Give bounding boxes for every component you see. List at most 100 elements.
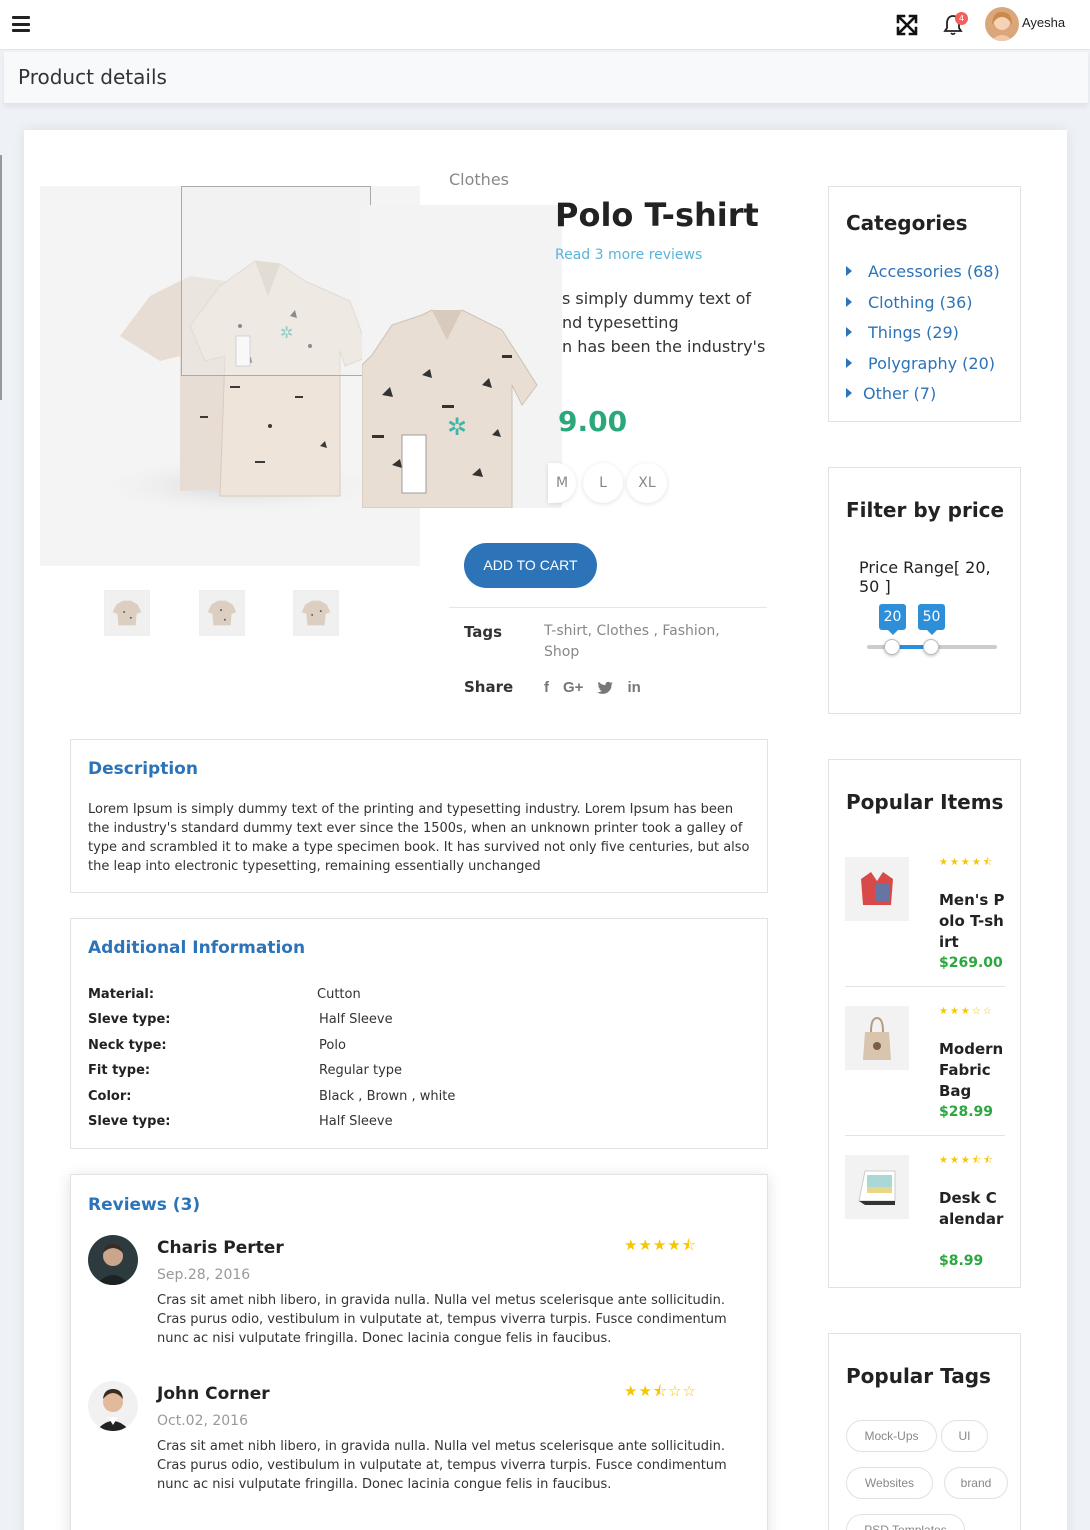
left-edge-bar bbox=[0, 155, 2, 400]
category-item-other[interactable]: Other (7) bbox=[846, 384, 936, 403]
category-label: Polygraphy (20) bbox=[868, 354, 996, 373]
info-value: Black , Brown , white bbox=[319, 1089, 456, 1104]
min-price-handle[interactable] bbox=[884, 639, 900, 655]
popular-item-price: $28.99 bbox=[939, 1104, 994, 1120]
tag-websites[interactable]: Websites bbox=[846, 1467, 933, 1499]
review-date: Oct.02, 2016 bbox=[157, 1413, 248, 1429]
info-value: Half Sleeve bbox=[319, 1012, 393, 1027]
product-price: 9.00 bbox=[558, 405, 628, 438]
divider bbox=[449, 607, 767, 608]
top-navbar: 4 Ayesha bbox=[0, 0, 1090, 50]
categories-widget: Categories Accessories (68) Clothing (36… bbox=[828, 186, 1021, 422]
facebook-icon[interactable]: f bbox=[544, 679, 549, 696]
notification-badge: 4 bbox=[955, 12, 968, 25]
popular-item-name[interactable]: Modern Fabric Bag bbox=[939, 1039, 1005, 1102]
user-avatar[interactable] bbox=[985, 7, 1019, 41]
popular-tags-title: Popular Tags bbox=[846, 1364, 991, 1388]
size-option-xl[interactable]: XL bbox=[627, 463, 667, 503]
popular-item-price: $8.99 bbox=[939, 1253, 984, 1269]
tag-ui[interactable]: UI bbox=[941, 1420, 988, 1452]
info-value: Cutton bbox=[317, 987, 361, 1002]
tag-psd-templates[interactable]: PSD Templates bbox=[846, 1514, 965, 1530]
caret-right-icon bbox=[846, 266, 852, 276]
zoom-preview: ✲ bbox=[362, 205, 562, 508]
divider bbox=[845, 1135, 1005, 1136]
review-text: Cras sit amet nibh libero, in gravida nu… bbox=[157, 1293, 727, 1346]
popular-item-name[interactable]: Men's Polo T-shirt bbox=[939, 890, 1005, 953]
info-key: Color: bbox=[88, 1089, 132, 1104]
tag-brand[interactable]: brand bbox=[944, 1467, 1008, 1499]
product-tags[interactable]: T-shirt, Clothes , Fashion, Shop bbox=[544, 621, 744, 663]
price-filter-widget: Filter by price Price Range[ 20, 50 ] 20… bbox=[828, 467, 1021, 714]
page-header: Product details bbox=[4, 52, 1088, 104]
reviewer-name: Charis Perter bbox=[157, 1238, 284, 1258]
category-label: Things (29) bbox=[868, 323, 959, 342]
linkedin-icon[interactable]: in bbox=[627, 679, 640, 696]
product-thumbnail[interactable] bbox=[293, 590, 339, 636]
description-line: nd typesetting bbox=[562, 313, 679, 332]
share-icons: f G+ in bbox=[544, 679, 641, 696]
popular-item-price: $269.00 bbox=[939, 955, 1003, 971]
reviews-panel: Reviews (3) Charis Perter ★★★★⯪ Sep.28, … bbox=[70, 1174, 768, 1530]
additional-info-title: Additional Information bbox=[88, 938, 306, 958]
product-thumbnail[interactable] bbox=[199, 590, 245, 636]
popular-item-image[interactable] bbox=[845, 1155, 909, 1219]
category-item-things[interactable]: Things (29) bbox=[846, 323, 959, 342]
google-plus-icon[interactable]: G+ bbox=[563, 679, 583, 696]
price-filter-title: Filter by price bbox=[846, 498, 1005, 522]
popular-tags-widget: Popular Tags Mock-Ups UI Websites brand … bbox=[828, 1333, 1021, 1530]
additional-info-panel: Additional Information Material: Cutton … bbox=[70, 918, 768, 1149]
category-item-clothing[interactable]: Clothing (36) bbox=[846, 293, 973, 312]
category-label: Clothing (36) bbox=[868, 293, 973, 312]
divider bbox=[845, 986, 1005, 987]
max-price-tooltip: 50 bbox=[918, 604, 945, 635]
reviewer-name: John Corner bbox=[157, 1384, 270, 1404]
price-range-label: Price Range[ 20, 50 ] bbox=[859, 558, 991, 596]
tags-label: Tags bbox=[464, 623, 503, 641]
popular-items-widget: Popular Items ★★★★⯪ Men's Polo T-shirt $… bbox=[828, 759, 1021, 1288]
reviews-title: Reviews (3) bbox=[88, 1195, 201, 1215]
tag-mock-ups[interactable]: Mock-Ups bbox=[846, 1420, 937, 1452]
category-item-polygraphy[interactable]: Polygraphy (20) bbox=[846, 354, 995, 373]
product-category[interactable]: Clothes bbox=[449, 170, 509, 189]
description-text: Lorem Ipsum is simply dummy text of the … bbox=[88, 802, 750, 874]
info-value: Polo bbox=[319, 1038, 346, 1053]
svg-text:✲: ✲ bbox=[447, 413, 467, 441]
description-line: n has been the industry's bbox=[562, 337, 766, 356]
username[interactable]: Ayesha bbox=[1022, 15, 1065, 30]
popular-item-image[interactable] bbox=[845, 1006, 909, 1070]
add-to-cart-button[interactable]: ADD TO CART bbox=[464, 543, 597, 588]
caret-right-icon bbox=[846, 358, 852, 368]
twitter-icon[interactable] bbox=[597, 681, 614, 695]
info-key: Fit type: bbox=[88, 1063, 151, 1078]
share-label: Share bbox=[464, 678, 514, 696]
reviewer-avatar bbox=[88, 1235, 138, 1285]
size-option-l[interactable]: L bbox=[583, 463, 623, 503]
review-rating: ★★⯪☆☆ bbox=[624, 1382, 697, 1400]
caret-right-icon bbox=[846, 297, 852, 307]
min-price-tooltip: 20 bbox=[879, 604, 906, 635]
page-title: Product details bbox=[18, 65, 167, 89]
info-key: Sleve type: bbox=[88, 1114, 171, 1129]
menu-icon[interactable] bbox=[12, 16, 30, 32]
review-text: Cras sit amet nibh libero, in gravida nu… bbox=[157, 1439, 727, 1492]
info-key: Sleve type: bbox=[88, 1012, 171, 1027]
category-item-accessories[interactable]: Accessories (68) bbox=[846, 262, 1000, 281]
popular-item-image[interactable] bbox=[845, 857, 909, 921]
caret-right-icon bbox=[846, 388, 852, 398]
product-short-description: s simply dummy text of nd typesetting n … bbox=[562, 287, 772, 359]
popular-item-name[interactable]: Desk Calendar bbox=[939, 1188, 1005, 1230]
product-thumbnail[interactable] bbox=[104, 590, 150, 636]
category-label: Accessories (68) bbox=[868, 262, 1000, 281]
zoom-lens[interactable] bbox=[181, 186, 371, 376]
caret-right-icon bbox=[846, 327, 852, 337]
description-line: s simply dummy text of bbox=[562, 289, 752, 308]
review-date: Sep.28, 2016 bbox=[157, 1267, 251, 1283]
fullscreen-icon[interactable] bbox=[895, 13, 919, 37]
popular-item-rating: ★★★★⯪ bbox=[939, 857, 995, 868]
info-key: Neck type: bbox=[88, 1038, 167, 1053]
max-price-handle[interactable] bbox=[923, 639, 939, 655]
popular-item-rating: ★★★⯪⯪ bbox=[939, 1155, 995, 1166]
read-reviews-link[interactable]: Read 3 more reviews bbox=[555, 247, 702, 263]
info-value: Half Sleeve bbox=[319, 1114, 393, 1129]
